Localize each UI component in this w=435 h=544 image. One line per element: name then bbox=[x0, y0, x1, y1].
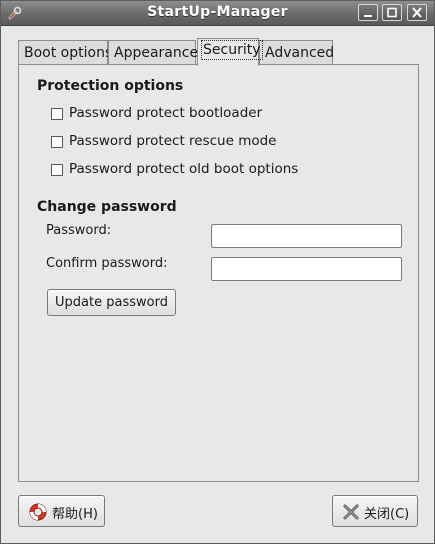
checkbox-label: Password protect rescue mode bbox=[69, 133, 277, 149]
minimize-icon bbox=[364, 15, 372, 17]
lifebuoy-icon bbox=[28, 502, 48, 526]
checkbox-box[interactable] bbox=[51, 164, 63, 176]
update-password-button[interactable]: Update password bbox=[47, 289, 176, 316]
confirm-password-label: Confirm password: bbox=[46, 256, 168, 271]
tab-security[interactable]: Security bbox=[197, 38, 263, 66]
startup-manager-window: StartUp-Manager Boot options Appearance … bbox=[0, 0, 435, 544]
security-panel: Protection options Password protect boot… bbox=[18, 64, 419, 482]
tab-label: Boot options bbox=[24, 45, 113, 61]
maximize-button[interactable] bbox=[382, 4, 402, 21]
help-button[interactable]: 帮助(H) bbox=[18, 495, 105, 527]
password-label: Password: bbox=[46, 223, 112, 238]
tab-label: Appearance bbox=[114, 45, 199, 61]
confirm-password-field[interactable] bbox=[211, 257, 402, 281]
tab-label: Security bbox=[201, 40, 263, 60]
checkbox-box[interactable] bbox=[51, 136, 63, 148]
change-password-heading: Change password bbox=[37, 199, 177, 215]
maximize-icon bbox=[387, 7, 397, 18]
close-icon bbox=[412, 7, 422, 18]
tab-advanced[interactable]: Advanced bbox=[259, 40, 335, 64]
titlebar[interactable]: StartUp-Manager bbox=[1, 1, 434, 26]
password-field[interactable] bbox=[211, 224, 402, 248]
tab-appearance[interactable]: Appearance bbox=[108, 40, 199, 64]
checkbox-box[interactable] bbox=[51, 108, 63, 120]
update-password-label: Update password bbox=[55, 295, 168, 310]
help-button-label: 帮助(H) bbox=[52, 507, 98, 522]
tab-label: Advanced bbox=[265, 45, 335, 61]
minimize-button[interactable] bbox=[358, 4, 378, 21]
close-button[interactable]: 关闭(C) bbox=[332, 495, 418, 527]
tab-boot-options[interactable]: Boot options bbox=[18, 40, 112, 64]
protection-options-heading: Protection options bbox=[37, 78, 184, 94]
checkbox-label: Password protect bootloader bbox=[69, 105, 263, 121]
checkbox-label: Password protect old boot options bbox=[69, 161, 299, 177]
close-window-button[interactable] bbox=[407, 4, 427, 21]
close-x-icon bbox=[343, 504, 359, 524]
close-button-label: 关闭(C) bbox=[364, 507, 410, 522]
